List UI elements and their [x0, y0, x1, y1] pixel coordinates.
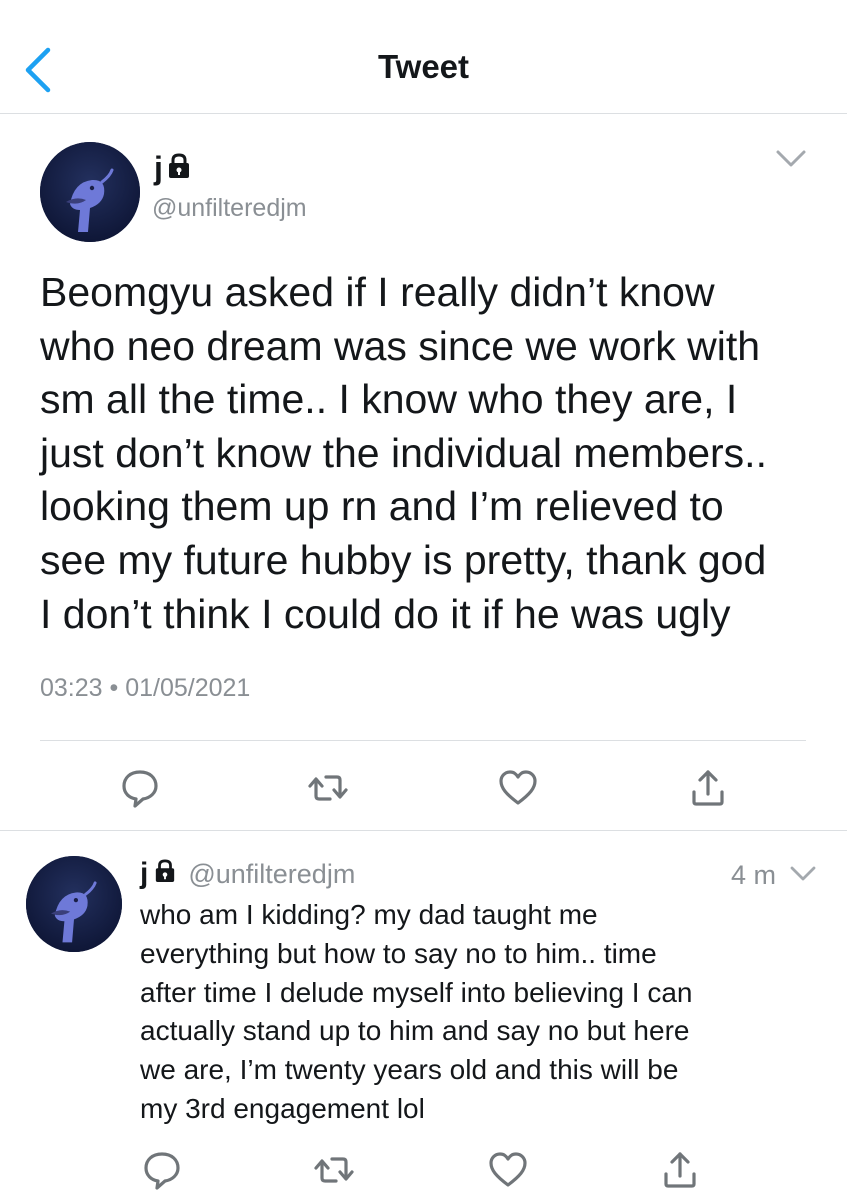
like-icon[interactable]: [496, 766, 540, 810]
handle[interactable]: @unfilteredjm: [188, 858, 355, 890]
reply-icon[interactable]: [118, 766, 162, 810]
tweet-text: Beomgyu asked if I really didn’t know wh…: [40, 269, 767, 637]
tweet-timestamp: 4 m: [731, 860, 777, 890]
top-bar: Tweet: [0, 0, 847, 114]
tweet-text: who am I kidding? my dad taught me every…: [140, 899, 693, 1124]
display-name[interactable]: j: [154, 150, 191, 186]
avatar[interactable]: [26, 856, 122, 952]
lock-icon: [167, 150, 191, 186]
display-name-text: j: [154, 150, 163, 186]
share-icon[interactable]: [686, 766, 730, 810]
share-icon[interactable]: [658, 1148, 702, 1192]
handle[interactable]: @unfilteredjm: [152, 194, 307, 223]
display-name[interactable]: j: [140, 858, 148, 890]
retweet-icon[interactable]: [306, 766, 350, 810]
page-title: Tweet: [377, 48, 470, 85]
chevron-down-icon[interactable]: [789, 864, 817, 884]
lock-icon: [154, 858, 176, 890]
divider: [40, 740, 806, 741]
retweet-icon[interactable]: [312, 1148, 356, 1192]
reply-icon[interactable]: [140, 1148, 184, 1192]
avatar[interactable]: [40, 142, 140, 242]
like-icon[interactable]: [486, 1148, 530, 1192]
reply-header: j @unfilteredjm: [140, 858, 355, 890]
tweet-timestamp[interactable]: 03:23 • 01/05/2021: [40, 674, 250, 703]
divider: [0, 830, 847, 831]
chevron-down-icon[interactable]: [775, 148, 807, 170]
